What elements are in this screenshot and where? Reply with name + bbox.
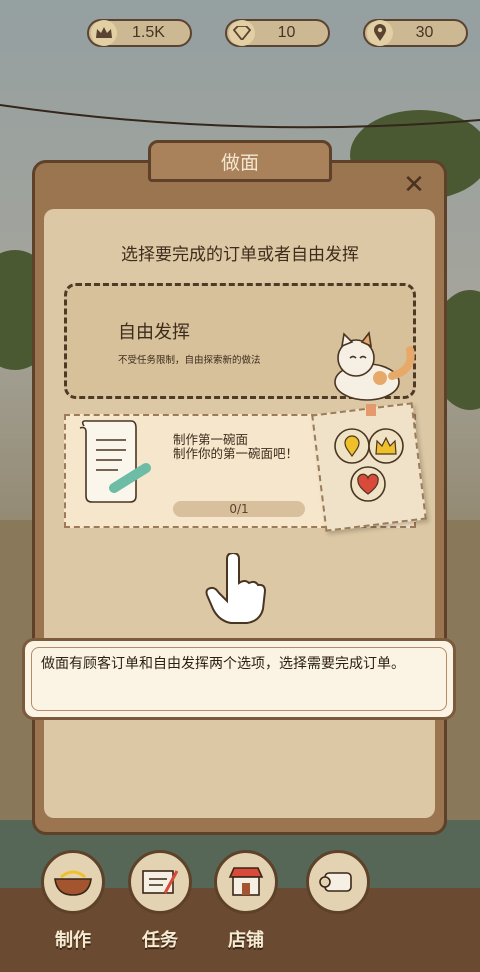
cat-icon — [334, 331, 415, 401]
shop-icon — [214, 850, 278, 914]
scroll-icon — [306, 850, 370, 914]
noodle-bowl-icon — [41, 850, 105, 914]
nav-tasks[interactable]: 任务 — [120, 850, 200, 970]
nav-shop[interactable]: 店铺 — [206, 850, 286, 970]
tooltip-text: 做面有顾客订单和自由发挥两个选项，选择需要完成订单。 — [41, 656, 405, 672]
crown-icon — [91, 20, 117, 46]
nav-make-label: 制作 — [55, 930, 91, 951]
pointer-hand-icon — [205, 553, 267, 624]
diamond-count: 10 — [277, 24, 296, 41]
diamond-counter[interactable]: 10 — [225, 19, 330, 47]
dialog-heading: 选择要完成的订单或者自由发挥 — [121, 245, 359, 265]
location-pin-icon — [367, 20, 393, 46]
free-play-subtitle: 不受任务限制，自由探索新的做法 — [118, 355, 261, 366]
dialog-title: 做面 — [148, 140, 332, 182]
reward-badges — [334, 404, 404, 502]
order-description: 制作你的第一碗面吧！ — [173, 446, 299, 461]
diamond-icon — [229, 20, 255, 46]
task-book-icon — [128, 850, 192, 914]
tutorial-tooltip: 做面有顾客订单和自由发挥两个选项，选择需要完成订单。 — [22, 638, 456, 720]
crown-count: 1.5K — [132, 24, 165, 41]
nav-make[interactable]: 制作 — [33, 850, 113, 970]
location-count: 30 — [415, 24, 434, 41]
nav-tasks-label: 任务 — [142, 930, 178, 951]
free-play-title: 自由发挥 — [118, 322, 190, 343]
location-counter[interactable]: 30 — [363, 19, 468, 47]
order-scroll-icon — [79, 420, 151, 503]
order-progress: 0/1 — [173, 501, 305, 517]
nav-more[interactable] — [298, 850, 378, 970]
close-button[interactable]: ✕ — [400, 171, 428, 199]
crown-counter[interactable]: 1.5K — [87, 19, 192, 47]
nav-shop-label: 店铺 — [228, 930, 264, 951]
